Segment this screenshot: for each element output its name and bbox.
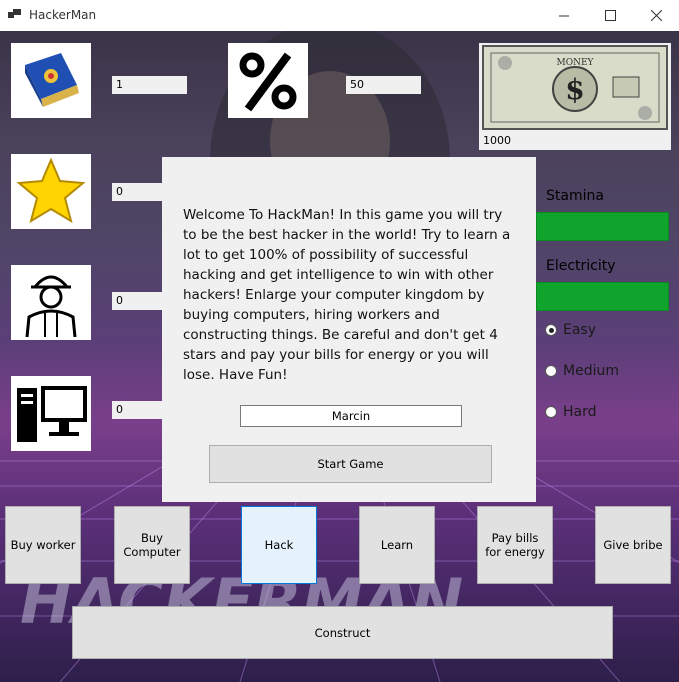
title-bar: HackerMan bbox=[0, 0, 679, 31]
welcome-dialog: Welcome To HackMan! In this game you wil… bbox=[162, 157, 536, 502]
stamina-label: Stamina bbox=[546, 188, 604, 204]
book-icon bbox=[11, 43, 91, 118]
electricity-label: Electricity bbox=[546, 258, 616, 274]
easy-label: Easy bbox=[563, 322, 597, 338]
construct-button[interactable]: Construct bbox=[72, 606, 613, 659]
percent-icon bbox=[228, 43, 308, 118]
money-icon: $ MONEY bbox=[479, 43, 671, 132]
welcome-message: Welcome To HackMan! In this game you wil… bbox=[183, 207, 511, 383]
start-game-button[interactable]: Start Game bbox=[209, 445, 492, 483]
difficulty-easy-radio[interactable]: Easy bbox=[545, 322, 596, 338]
buy-worker-button[interactable]: Buy worker bbox=[5, 506, 81, 584]
game-window-client: HACKERMAN 1 50 $ MONEY 1000 0 0 0 Stamin… bbox=[0, 31, 679, 682]
pay-bills-button[interactable]: Pay bills for energy bbox=[477, 506, 553, 584]
radio-unselected-icon bbox=[545, 365, 557, 377]
app-icon bbox=[8, 9, 21, 18]
electricity-bar bbox=[536, 282, 669, 311]
player-name-input[interactable]: Marcin bbox=[240, 405, 462, 427]
learn-button[interactable]: Learn bbox=[359, 506, 435, 584]
star-icon bbox=[11, 154, 91, 229]
hack-button[interactable]: Hack bbox=[241, 506, 317, 584]
window-title: HackerMan bbox=[29, 8, 97, 22]
hard-label: Hard bbox=[563, 404, 597, 420]
difficulty-medium-radio[interactable]: Medium bbox=[545, 363, 619, 379]
difficulty-hard-radio[interactable]: Hard bbox=[545, 404, 597, 420]
give-bribe-button[interactable]: Give bribe bbox=[595, 506, 671, 584]
svg-text:$: $ bbox=[565, 73, 584, 106]
wanted-stars-value[interactable]: 0 bbox=[112, 183, 162, 201]
computers-value[interactable]: 0 bbox=[112, 401, 162, 419]
radio-selected-icon bbox=[545, 324, 557, 336]
money-value[interactable]: 1000 bbox=[479, 132, 671, 150]
minimize-icon bbox=[558, 15, 569, 17]
minimize-button[interactable] bbox=[541, 0, 587, 31]
svg-text:MONEY: MONEY bbox=[557, 58, 595, 68]
computer-icon bbox=[11, 376, 91, 451]
hack-chance-value[interactable]: 50 bbox=[346, 76, 421, 94]
knowledge-value[interactable]: 1 bbox=[112, 76, 187, 94]
stamina-bar bbox=[536, 212, 669, 241]
radio-unselected-icon bbox=[545, 406, 557, 418]
maximize-button[interactable] bbox=[587, 0, 633, 31]
workers-value[interactable]: 0 bbox=[112, 292, 162, 310]
close-button[interactable] bbox=[633, 0, 679, 31]
close-icon bbox=[650, 10, 662, 21]
buy-computer-button[interactable]: Buy Computer bbox=[114, 506, 190, 584]
medium-label: Medium bbox=[563, 363, 619, 379]
maximize-icon bbox=[604, 10, 616, 21]
worker-icon bbox=[11, 265, 91, 340]
